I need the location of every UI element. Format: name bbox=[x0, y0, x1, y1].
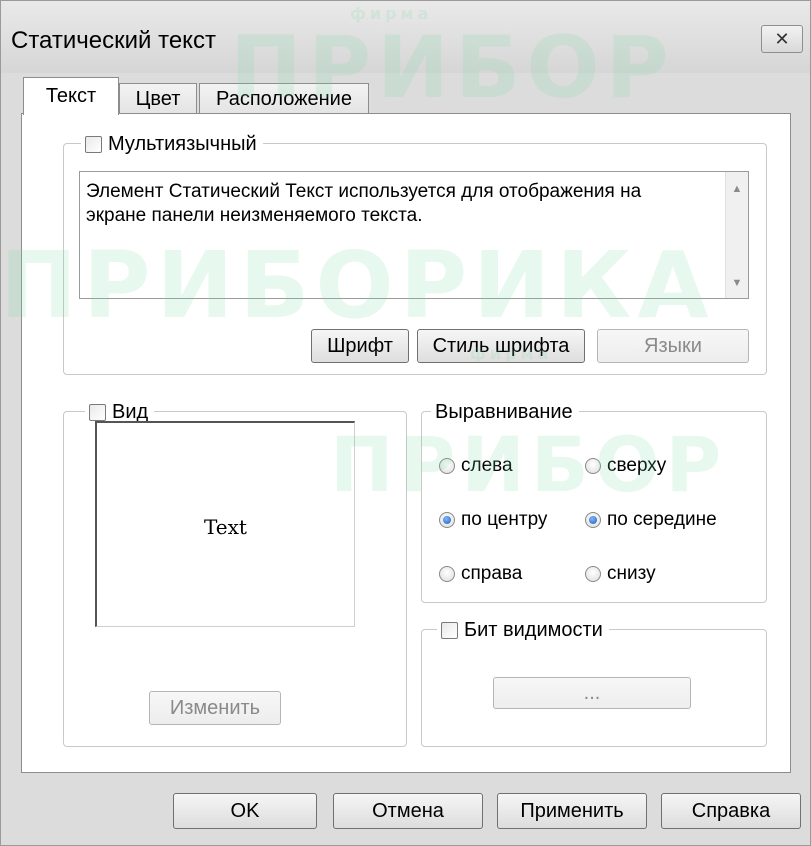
close-icon: ✕ bbox=[774, 28, 790, 49]
text-preview: Text bbox=[95, 421, 355, 627]
align-top-radio[interactable]: сверху bbox=[585, 455, 666, 477]
scroll-down-icon[interactable]: ▼ bbox=[726, 272, 748, 294]
text-content: Элемент Статический Текст используется д… bbox=[86, 181, 642, 226]
align-bottom-label: снизу bbox=[607, 563, 656, 584]
apply-button[interactable]: Применить bbox=[497, 793, 647, 829]
preview-text: Text bbox=[204, 515, 247, 539]
radio-right[interactable] bbox=[439, 566, 455, 582]
multilang-checkbox[interactable] bbox=[85, 135, 102, 153]
align-middle-label: по середине bbox=[607, 509, 717, 530]
radio-left[interactable] bbox=[439, 458, 455, 474]
tab-color-label: Цвет bbox=[135, 88, 181, 110]
visibility-checkbox[interactable] bbox=[441, 621, 458, 639]
radio-center[interactable] bbox=[439, 512, 455, 528]
view-checkbox[interactable] bbox=[89, 403, 106, 421]
tab-text-label: Текст bbox=[45, 85, 97, 107]
font-style-button[interactable]: Стиль шрифта bbox=[417, 329, 585, 363]
visibility-browse-label: ... bbox=[583, 681, 601, 704]
title-bar[interactable]: Статический текст ✕ bbox=[1, 1, 810, 73]
help-button-label: Справка bbox=[691, 799, 771, 822]
visibility-legend: Бит видимости bbox=[437, 618, 609, 642]
alignment-legend: Выравнивание bbox=[431, 400, 579, 424]
align-center-radio[interactable]: по центру bbox=[439, 509, 547, 531]
alignment-label: Выравнивание bbox=[435, 401, 573, 423]
ok-button[interactable]: OK bbox=[173, 793, 317, 829]
close-button[interactable]: ✕ bbox=[761, 25, 803, 53]
font-button-label: Шрифт bbox=[327, 334, 393, 357]
cancel-button-label: Отмена bbox=[372, 799, 444, 822]
apply-button-label: Применить bbox=[520, 799, 624, 822]
languages-button-label: Языки bbox=[644, 334, 702, 357]
visibility-browse-button[interactable]: ... bbox=[493, 677, 691, 709]
align-left-radio[interactable]: слева bbox=[439, 455, 513, 477]
languages-button[interactable]: Языки bbox=[597, 329, 749, 363]
align-top-label: сверху bbox=[607, 455, 667, 476]
align-right-label: справа bbox=[461, 563, 523, 584]
tab-text[interactable]: Текст bbox=[23, 77, 119, 115]
help-button[interactable]: Справка bbox=[661, 793, 801, 829]
align-right-radio[interactable]: справа bbox=[439, 563, 522, 585]
ok-button-label: OK bbox=[230, 799, 260, 822]
font-style-button-label: Стиль шрифта bbox=[432, 334, 570, 357]
change-button-label: Изменить bbox=[169, 696, 261, 719]
align-middle-radio[interactable]: по середине bbox=[585, 509, 717, 531]
multilang-label: Мультиязычный bbox=[108, 133, 257, 155]
multilang-legend: Мультиязычный bbox=[81, 132, 263, 156]
font-button[interactable]: Шрифт bbox=[311, 329, 409, 363]
tab-layout[interactable]: Расположение bbox=[199, 83, 369, 115]
scrollbar[interactable]: ▲ ▼ bbox=[725, 172, 748, 298]
align-left-label: слева bbox=[461, 455, 513, 476]
radio-bottom[interactable] bbox=[585, 566, 601, 582]
radio-top[interactable] bbox=[585, 458, 601, 474]
cancel-button[interactable]: Отмена bbox=[333, 793, 483, 829]
visibility-label: Бит видимости bbox=[464, 619, 603, 641]
change-button[interactable]: Изменить bbox=[149, 691, 281, 725]
radio-middle[interactable] bbox=[585, 512, 601, 528]
align-center-label: по центру bbox=[461, 509, 548, 530]
scroll-up-icon[interactable]: ▲ bbox=[726, 178, 748, 200]
text-input[interactable]: Элемент Статический Текст используется д… bbox=[79, 171, 749, 299]
tab-layout-label: Расположение bbox=[216, 88, 352, 110]
window-title: Статический текст bbox=[11, 27, 216, 54]
align-bottom-radio[interactable]: снизу bbox=[585, 563, 656, 585]
dialog-window: Статический текст ✕ Текст Цвет Расположе… bbox=[0, 0, 811, 846]
tab-color[interactable]: Цвет bbox=[119, 83, 197, 115]
